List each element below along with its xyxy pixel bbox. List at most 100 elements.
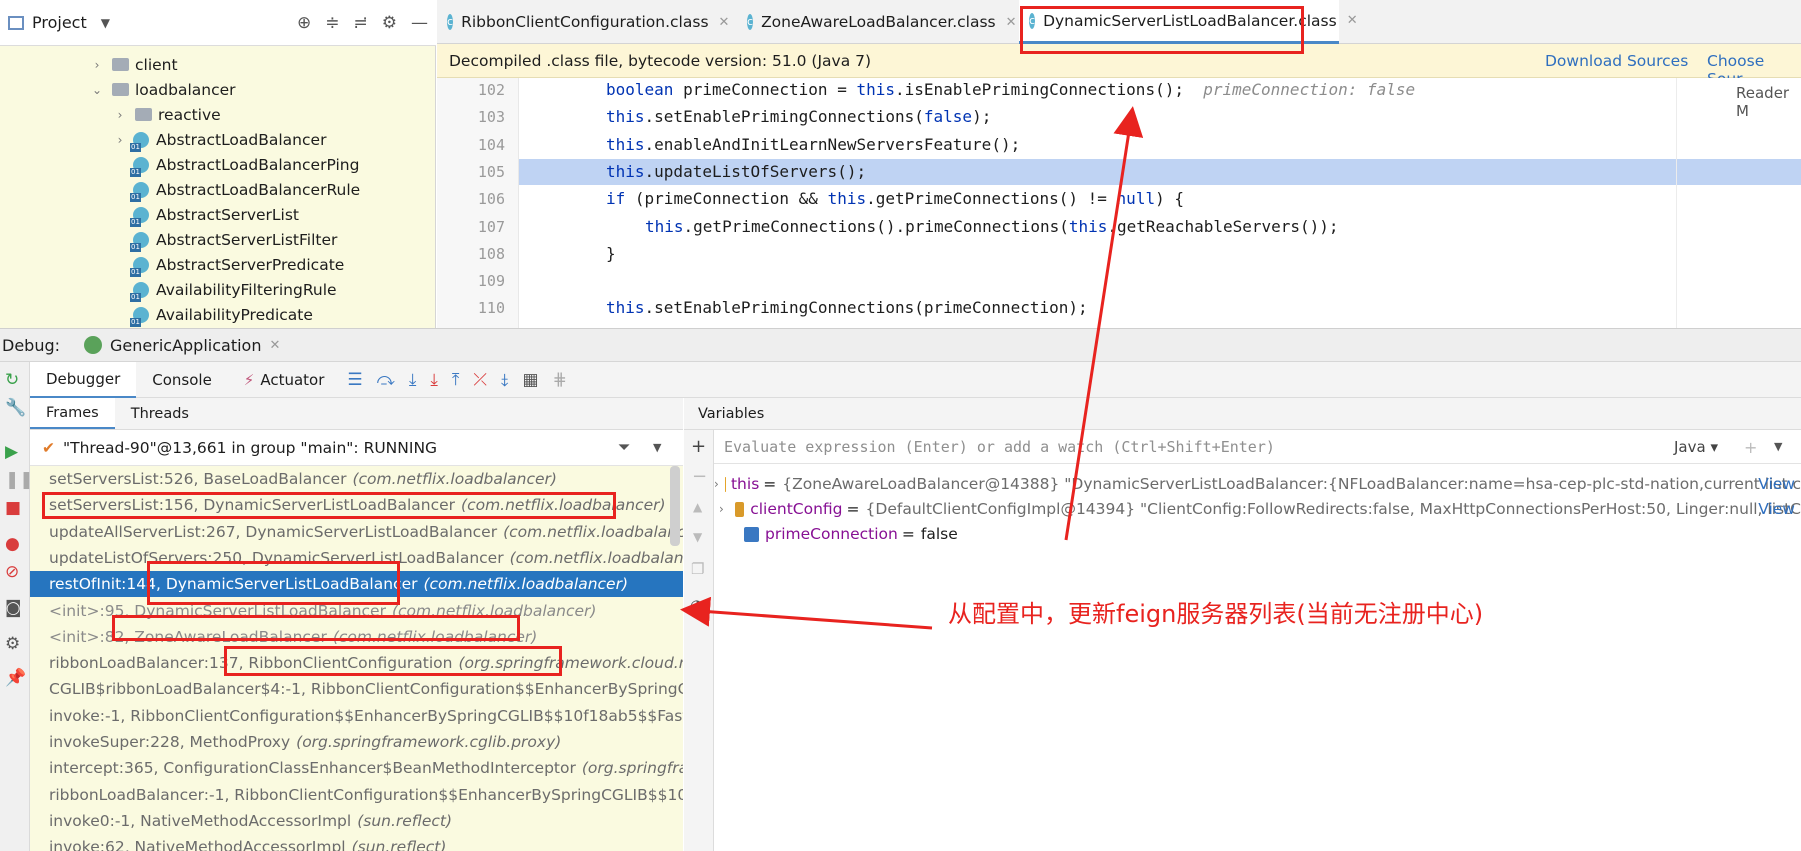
gear-icon[interactable]: ⚙ [382,13,397,33]
step-over-icon[interactable]: ⤼ [377,370,395,390]
evaluate-expression-input[interactable] [724,437,1664,456]
stack-frame[interactable]: invoke:62, NativeMethodAccessorImpl (sun.… [30,834,683,851]
frames-scrollbar[interactable] [670,466,680,546]
close-icon[interactable]: ✕ [719,15,730,30]
stack-frame[interactable]: CGLIB$ribbonLoadBalancer$4:-1, RibbonCli… [30,676,683,702]
chevron-down-icon[interactable]: ▼ [653,441,661,454]
tab-ribbon-client-configuration[interactable]: c RibbonClientConfiguration.class ✕ [437,0,729,44]
run-to-cursor-icon[interactable]: ⤈ [501,370,509,390]
session-name: GenericApplication [110,335,262,355]
code-keyword: null [1116,189,1156,209]
frame-method: updateAllServerList:267, DynamicServerLi… [49,522,498,541]
tab-actuator[interactable]: ⚡ Actuator [228,362,341,398]
settings-wrench-icon[interactable]: 🔧 [5,398,26,418]
code-keyword: false [923,107,973,127]
highlight-box-setserverslist-frame [42,492,616,519]
chevron-right-icon[interactable]: › [90,58,104,72]
chevron-right-icon[interactable]: › [113,133,127,147]
variable-row[interactable]: primeConnection = false [714,522,1801,546]
pin-icon[interactable]: 📌 [5,668,26,688]
stack-frame[interactable]: updateAllServerList:267, DynamicServerLi… [30,519,683,545]
minus-icon[interactable]: − [692,466,707,487]
tree-item[interactable]: AbstractServerPredicate [113,252,344,277]
equals-sign: = [901,525,915,543]
copy-icon[interactable]: ❐ [691,560,704,578]
view-link[interactable]: View [1758,500,1795,518]
line-number: 109 [477,272,505,291]
tab-threads[interactable]: Threads [115,398,205,429]
view-breakpoints-icon[interactable]: ● [5,534,20,554]
tree-item[interactable]: › AbstractLoadBalancer [113,127,326,152]
glasses-icon[interactable]: ◔ [690,596,703,614]
filter-icon[interactable]: ⏷ [618,438,630,457]
close-icon[interactable]: ✕ [269,338,280,353]
tree-item[interactable]: ⌄ loadbalancer [90,77,236,102]
stack-frame[interactable]: intercept:365, ConfigurationClassEnhance… [30,755,683,781]
tree-item[interactable]: AvailabilityPredicate [113,302,313,327]
locate-icon[interactable]: ⊕ [297,13,311,33]
force-step-into-icon[interactable]: ⤓ [430,370,438,390]
resume-icon[interactable]: ▶ [5,442,18,462]
chevron-down-icon[interactable]: ▼ [1774,440,1782,453]
code-token: .setEnablePrimingConnections( [644,107,924,127]
rerun-icon[interactable]: ↻ [5,370,19,390]
evaluate-expression-icon[interactable]: ▦ [523,370,539,390]
chevron-right-icon[interactable]: › [113,108,127,122]
show-execution-point-icon[interactable]: ☰ [347,370,362,390]
camera-icon[interactable]: ◙ [5,598,22,618]
tree-item[interactable]: AbstractLoadBalancerRule [113,177,360,202]
collapse-all-icon[interactable]: ≓ [353,13,367,33]
stack-frame[interactable]: invoke:-1, RibbonClientConfiguration$$En… [30,703,683,729]
code-line: this.getPrimeConnections().primeConnecti… [645,217,1339,236]
chevron-right-icon[interactable]: › [714,477,719,491]
stop-icon[interactable]: ■ [5,498,21,518]
view-link[interactable]: View [1758,475,1795,493]
tab-zone-aware-load-balancer[interactable]: c ZoneAwareLoadBalancer.class ✕ [737,0,1017,44]
variable-row[interactable]: › this = {ZoneAwareLoadBalancer@14388} "Dy… [714,472,1801,496]
step-out-icon[interactable]: ⤒ [452,370,460,390]
chevron-right-icon[interactable]: › [714,502,729,516]
debug-session-tab[interactable]: GenericApplication ✕ [84,336,280,355]
close-icon[interactable]: ✕ [1006,15,1017,30]
tree-item[interactable]: › client [90,52,178,77]
move-up-icon[interactable]: ▲ [693,500,702,514]
download-sources-link[interactable]: Download Sources [1545,52,1688,70]
step-into-icon[interactable]: ⤓ [409,370,417,390]
tab-debugger[interactable]: Debugger [30,361,137,398]
variable-row[interactable]: › clientConfig = {DefaultClientConfigImpl@… [714,497,1801,521]
close-icon[interactable]: ✕ [1347,13,1358,28]
thread-selector[interactable]: ✔ "Thread-90"@13,661 in group "main": RU… [30,430,683,466]
equals-sign: = [763,475,777,493]
tree-item[interactable]: AbstractServerList [113,202,299,227]
chevron-down-icon[interactable]: ▼ [101,16,110,30]
add-icon[interactable]: + [691,436,706,457]
expand-all-icon[interactable]: ≑ [325,13,339,33]
project-title[interactable]: Project [32,13,87,32]
tree-item[interactable]: AbstractLoadBalancerPing [113,152,359,177]
add-watch-icon[interactable]: + [1744,438,1757,457]
language-selector[interactable]: Java ▾ [1674,438,1718,456]
tree-item[interactable]: › reactive [113,102,221,127]
tab-console[interactable]: Console [136,362,228,398]
mute-breakpoints-icon[interactable]: ⊘ [5,562,19,582]
frame-package: (com.netflix.loadbalancer) [423,575,628,594]
reader-mode-toggle[interactable]: Reader M [1736,84,1801,120]
stack-frame[interactable]: setServersList:526, BaseLoadBalancer (com… [30,466,683,492]
class-icon [130,181,149,202]
tree-item-label: AbstractServerListFilter [156,230,338,249]
drop-frame-icon[interactable]: ⤫ [473,370,487,390]
tab-frames[interactable]: Frames [30,398,115,429]
move-down-icon[interactable]: ▼ [693,530,702,544]
stack-frame[interactable]: ribbonLoadBalancer:-1, RibbonClientConfi… [30,782,683,808]
code-keyword: this [827,189,867,209]
tree-item[interactable]: AvailabilityFilteringRule [113,277,337,302]
code-token: ) { [1155,189,1184,209]
tree-item[interactable]: AbstractServerListFilter [113,227,337,252]
gear-icon[interactable]: ⚙ [5,634,20,654]
minimize-icon[interactable]: — [411,13,428,33]
tree-item-label: client [135,55,178,74]
stack-frame[interactable]: invokeSuper:228, MethodProxy (org.springf… [30,729,683,755]
stack-frame[interactable]: invoke0:-1, NativeMethodAccessorImpl (sun… [30,808,683,834]
chevron-down-icon[interactable]: ⌄ [90,83,104,97]
trace-icon[interactable]: ⋕ [553,370,567,390]
